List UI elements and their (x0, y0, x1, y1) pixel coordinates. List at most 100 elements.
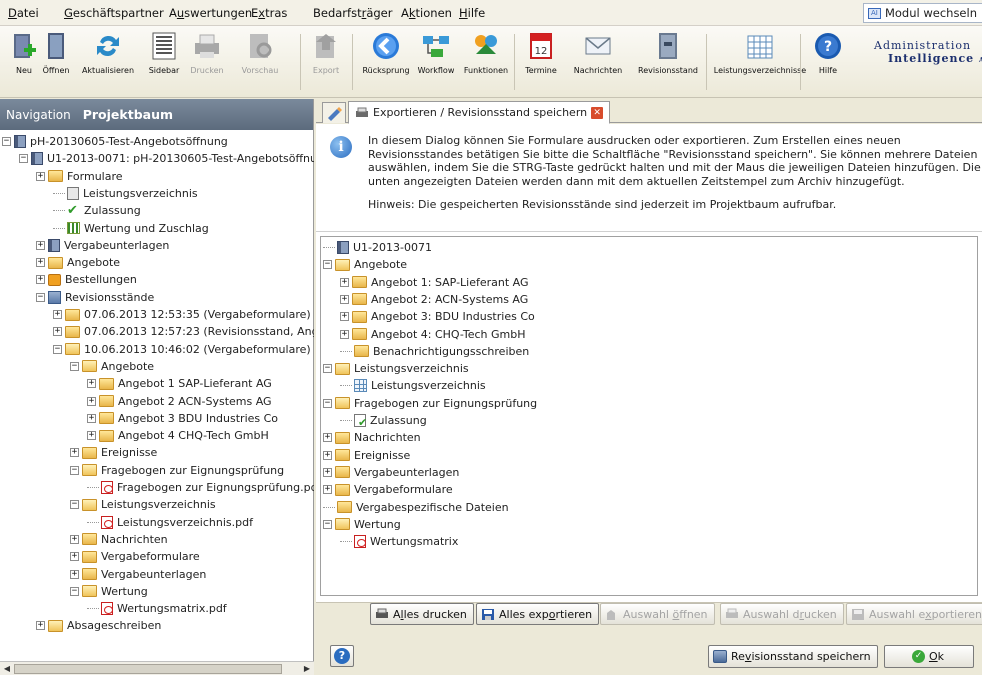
expand-icon[interactable]: + (36, 258, 45, 268)
close-icon[interactable]: ✕ (591, 106, 604, 119)
tree-node[interactable]: Wertung und Zuschlag (53, 220, 209, 237)
menu-item[interactable]: Bedarfsträger (313, 6, 392, 20)
tab-start[interactable] (322, 102, 346, 123)
tree-node[interactable]: + Absageschreiben (36, 617, 161, 634)
toolbar-button-nachrichten[interactable]: Nachrichten (568, 30, 628, 75)
tree-node[interactable]: − Wertung (323, 516, 401, 533)
tree-node[interactable]: + Formulare (36, 168, 123, 185)
tree-node[interactable]: +07.06.2013 12:57:23 (Revisionsstand, An… (53, 323, 314, 340)
tree-node[interactable]: + Angebot 2 ACN-Systems AG (87, 393, 272, 410)
menu-item[interactable]: Aktionen (401, 6, 452, 20)
tree-node[interactable]: + Vergabeformulare (323, 481, 453, 498)
tree-node[interactable]: − Fragebogen zur Eignungsprüfung (323, 395, 537, 412)
expand-icon[interactable]: + (87, 413, 96, 423)
tree-node[interactable]: − Leistungsverzeichnis (323, 360, 469, 377)
tree-node[interactable]: + Bestellungen (36, 271, 137, 288)
expand-icon[interactable]: + (323, 467, 332, 477)
tree-node[interactable]: + Angebot 2: ACN-Systems AG (340, 291, 528, 308)
tree-node[interactable]: +07.06.2013 12:53:35 (Vergabeformulare) (53, 306, 311, 323)
tab-export-revision[interactable]: Exportieren / Revisionsstand speichern ✕ (348, 101, 611, 124)
tree-node[interactable]: Vergabespezifische Dateien (323, 499, 509, 516)
tree-node[interactable]: − Fragebogen zur Eignungsprüfung (70, 462, 284, 479)
tree-node[interactable]: Benachrichtigungsschreiben (340, 343, 529, 360)
collapse-icon[interactable]: − (70, 500, 79, 510)
tree-node[interactable]: Wertungsmatrix.pdf (87, 600, 227, 617)
tree-node[interactable]: + Angebot 1 SAP-Lieferant AG (87, 375, 272, 392)
expand-icon[interactable]: + (87, 379, 96, 389)
collapse-icon[interactable]: − (70, 465, 79, 475)
expand-icon[interactable]: + (53, 310, 62, 319)
toolbar-button-revisionsstand[interactable]: Revisionsstand (628, 30, 708, 75)
expand-icon[interactable]: + (323, 450, 332, 460)
save-revision-button[interactable]: Revisionsstand speichern (708, 645, 878, 668)
expand-icon[interactable]: + (70, 552, 79, 562)
export-all-button[interactable]: Alles exportieren (476, 603, 600, 625)
tree-node[interactable]: + Vergabeunterlagen (323, 464, 459, 481)
tree-node[interactable]: Leistungsverzeichnis.pdf (87, 514, 253, 531)
expand-icon[interactable]: + (340, 329, 349, 339)
toolbar-button-vorschau[interactable]: Vorschau (236, 30, 284, 75)
tree-node[interactable]: + Angebot 4: CHQ-Tech GmbH (340, 326, 525, 343)
help-button[interactable]: ? (330, 645, 354, 667)
menu-item[interactable]: Auswertungen (169, 6, 252, 20)
tree-node[interactable]: − Angebote (323, 256, 407, 273)
expand-icon[interactable]: + (340, 277, 349, 287)
toolbar-button-aktualisieren[interactable]: Aktualisieren (80, 30, 136, 75)
expand-icon[interactable]: + (70, 448, 79, 458)
expand-icon[interactable]: + (36, 275, 45, 285)
collapse-icon[interactable]: − (70, 361, 79, 371)
toolbar-button-öffnen[interactable]: Öffnen (36, 30, 76, 75)
revision-file-tree[interactable]: U1-2013-0071 − Angebote + Angebot 1: SAP-Lie… (320, 236, 978, 596)
tree-node[interactable]: − Wertung (70, 583, 148, 600)
collapse-icon[interactable]: − (323, 364, 332, 374)
tree-node[interactable]: + Angebot 3 BDU Industries Co (87, 410, 278, 427)
tree-node[interactable]: + Angebot 4 CHQ-Tech GmbH (87, 427, 269, 444)
export-selection-button[interactable]: Auswahl exportieren (846, 603, 982, 625)
open-selection-button[interactable]: Auswahl öffnen (600, 603, 715, 625)
tree-node[interactable]: Leistungsverzeichnis (53, 185, 198, 202)
tree-node[interactable]: − Leistungsverzeichnis (70, 496, 216, 513)
tree-node[interactable]: − Angebote (70, 358, 154, 375)
toolbar-button-hilfe[interactable]: ? Hilfe (808, 30, 848, 75)
tree-node[interactable]: + Nachrichten (70, 531, 168, 548)
tree-node[interactable]: + Vergabeformulare (70, 548, 200, 565)
toolbar-button-drucken[interactable]: Drucken (186, 30, 228, 75)
tree-node[interactable]: − 10.06.2013 10:46:02 (Vergabeformulare) (53, 341, 311, 358)
expand-icon[interactable]: + (340, 312, 349, 322)
tree-node[interactable]: ✔ Zulassung (53, 202, 141, 219)
tree-node[interactable]: U1-2013-0071 (323, 239, 432, 256)
menu-item[interactable]: Extras (251, 6, 287, 20)
horizontal-scrollbar[interactable]: ◀ ▶ (0, 661, 314, 675)
expand-icon[interactable]: + (53, 327, 62, 337)
expand-icon[interactable]: + (323, 433, 332, 443)
toolbar-button-rücksprung[interactable]: Rücksprung (358, 30, 414, 75)
tree-node[interactable]: + Vergabeunterlagen (36, 237, 169, 254)
collapse-icon[interactable]: − (323, 260, 332, 270)
expand-icon[interactable]: + (70, 534, 79, 544)
tree-node[interactable]: Fragebogen zur Eignungsprüfung.pdf (87, 479, 314, 496)
print-selection-button[interactable]: Auswahl drucken (720, 603, 844, 625)
menu-item[interactable]: Hilfe (459, 6, 485, 20)
tree-node[interactable]: − U1-2013-0071: pH-20130605-Test-Angebots… (19, 150, 314, 167)
print-all-button[interactable]: Alles drucken (370, 603, 474, 625)
toolbar-button-termine[interactable]: 12 Termine (520, 30, 562, 75)
collapse-icon[interactable]: − (70, 586, 79, 596)
tree-node[interactable]: Wertungsmatrix (340, 533, 458, 550)
scroll-left-icon[interactable]: ◀ (1, 663, 13, 675)
toolbar-button-funktionen[interactable]: Funktionen (458, 30, 514, 75)
expand-icon[interactable]: + (87, 396, 96, 406)
toolbar-button-sidebar[interactable]: Sidebar (142, 30, 186, 75)
modul-wechseln-button[interactable]: AI Modul wechseln (862, 3, 982, 23)
toolbar-button-leistungsverzeichnisse[interactable]: Leistungsverzeichnisse (712, 30, 808, 75)
expand-icon[interactable]: + (36, 240, 45, 250)
expand-icon[interactable]: + (87, 431, 96, 441)
toolbar-button-workflow[interactable]: Workflow (412, 30, 460, 75)
tree-node[interactable]: − pH-20130605-Test-Angebotsöffnung (2, 133, 228, 150)
expand-icon[interactable]: + (36, 621, 45, 631)
tab-navigation[interactable]: Navigation (6, 108, 71, 122)
expand-icon[interactable]: + (70, 569, 79, 579)
tree-node[interactable]: + Ereignisse (70, 444, 157, 461)
menu-item[interactable]: Datei (8, 6, 39, 20)
tree-node[interactable]: − Revisionsstände (36, 289, 154, 306)
collapse-icon[interactable]: − (36, 292, 45, 302)
